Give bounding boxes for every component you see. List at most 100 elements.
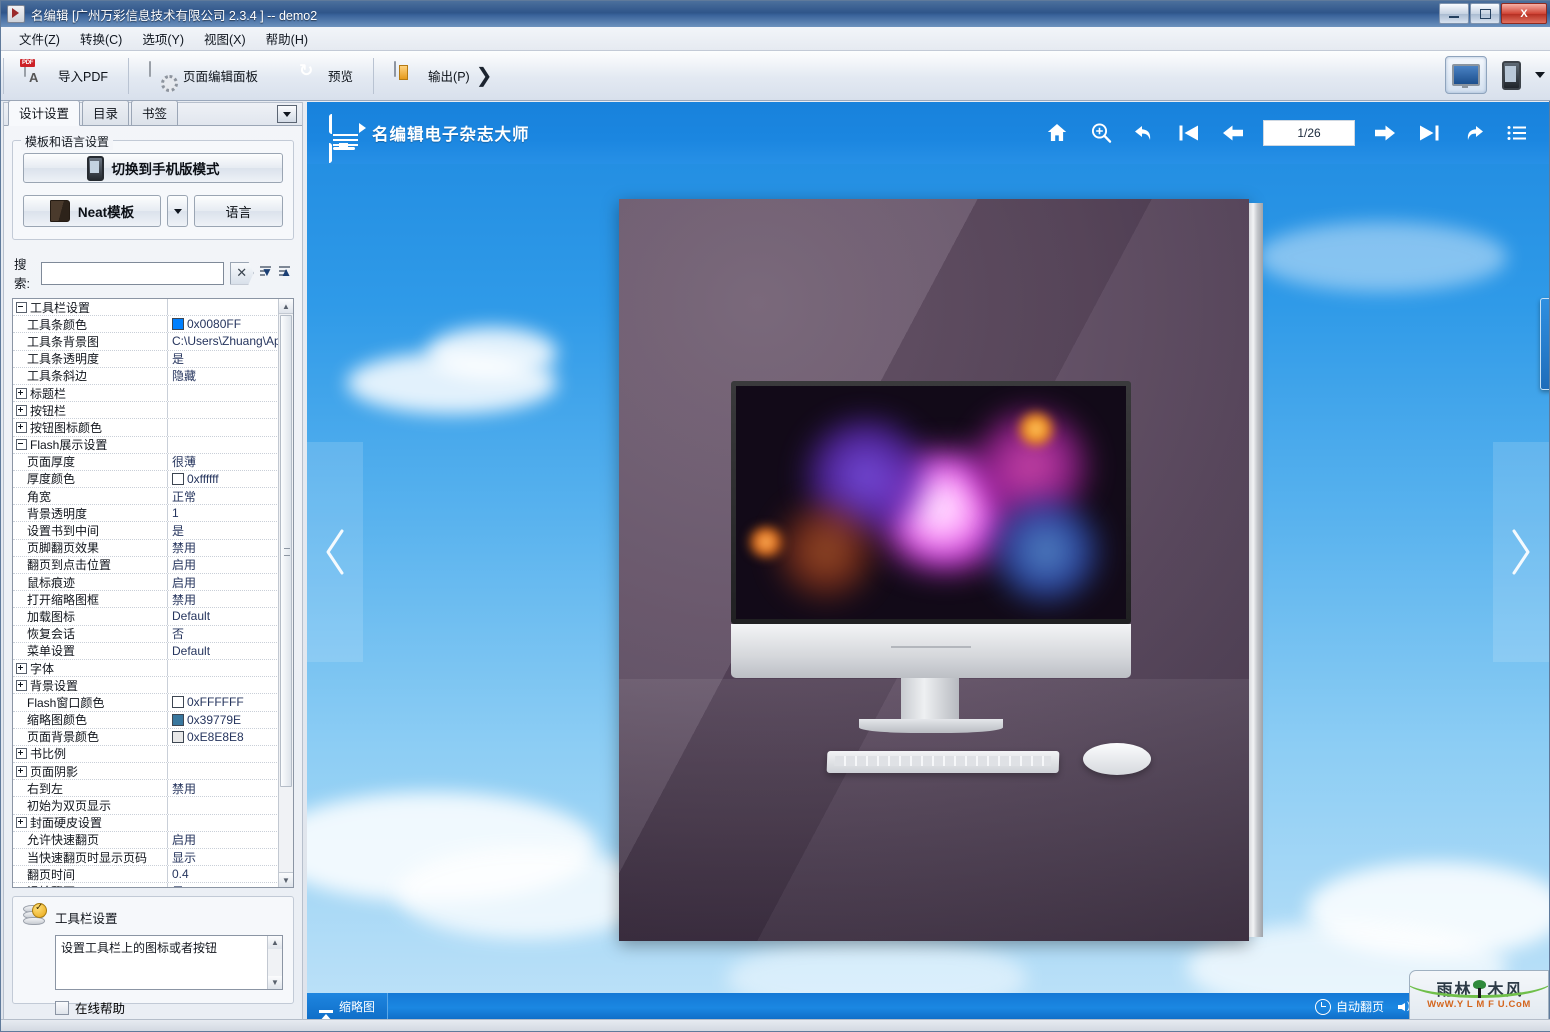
property-value[interactable]: 启用	[168, 831, 279, 848]
property-row[interactable]: 按钮栏	[13, 402, 279, 420]
chevron-down-icon[interactable]	[1535, 72, 1545, 78]
property-value[interactable]: Default	[168, 609, 279, 623]
property-row[interactable]: 鼠标痕迹 启用	[13, 574, 279, 592]
scroll-down-arrow[interactable]: ▼	[279, 872, 293, 887]
desktop-mode-button[interactable]	[1445, 56, 1487, 94]
undo-icon[interactable]	[1123, 111, 1167, 155]
flipbook-page[interactable]	[619, 194, 1293, 942]
property-row[interactable]: 背景透明度 1	[13, 505, 279, 523]
auto-flip-button[interactable]: 自动翻页	[1314, 998, 1384, 1015]
thumbnail-toggle-button[interactable]: 缩略图	[307, 993, 389, 1020]
property-row[interactable]: 厚度颜色 0xffffff	[13, 470, 279, 489]
property-row[interactable]: 工具条斜边 隐藏	[13, 367, 279, 385]
expand-icon[interactable]	[16, 748, 27, 760]
property-value[interactable]: 0.4	[168, 867, 279, 881]
property-row[interactable]: 当快速翻页时显示页码 显示	[13, 849, 279, 867]
property-value[interactable]: Default	[168, 644, 279, 658]
property-value[interactable]: 否	[168, 625, 279, 642]
scroll-down-arrow[interactable]: ▼	[268, 976, 282, 989]
last-page-icon[interactable]	[1407, 111, 1451, 155]
clear-search-button[interactable]: ✕	[229, 261, 254, 285]
expand-icon[interactable]	[16, 765, 27, 777]
property-row[interactable]: 页面背景颜色 0xE8E8E8	[13, 728, 279, 746]
property-row[interactable]: 页面阴影	[13, 763, 279, 781]
property-value[interactable]: 隐藏	[168, 367, 279, 384]
property-row[interactable]: 设置书到中间 是	[13, 522, 279, 540]
sort-descending-icon[interactable]: ▼	[259, 264, 273, 282]
property-value[interactable]: 是	[168, 522, 279, 539]
property-value[interactable]: 很薄	[168, 453, 279, 470]
collapse-icon[interactable]	[16, 439, 27, 451]
language-button[interactable]: 语言	[194, 195, 283, 227]
first-page-icon[interactable]	[1167, 111, 1211, 155]
expand-icon[interactable]	[16, 387, 27, 399]
property-row[interactable]: 翻页到点击位置 启用	[13, 556, 279, 574]
property-row[interactable]: 滑轮翻页 是	[13, 883, 279, 887]
property-row[interactable]: 页面厚度 很薄	[13, 453, 279, 471]
redo-icon[interactable]	[1451, 111, 1495, 155]
page-indicator[interactable]: 1/26	[1263, 120, 1355, 146]
preview-button[interactable]: 预览	[276, 53, 371, 99]
switch-to-mobile-button[interactable]: 切换到手机版模式	[23, 153, 283, 183]
search-input[interactable]	[40, 261, 224, 285]
home-icon[interactable]	[1035, 111, 1079, 155]
download-icon[interactable]	[1539, 111, 1549, 155]
next-page-hotspot[interactable]	[1493, 442, 1549, 662]
property-value[interactable]: 1	[168, 506, 279, 520]
next-page-icon[interactable]	[1363, 111, 1407, 155]
sort-ascending-icon[interactable]: ▲	[278, 264, 292, 282]
property-value[interactable]: C:\Users\Zhuang\App...	[168, 334, 279, 348]
property-row[interactable]: 允许快速翻页 启用	[13, 831, 279, 849]
maximize-button[interactable]	[1470, 3, 1500, 24]
tab-design-settings[interactable]: 设计设置	[8, 100, 81, 126]
property-value[interactable]: 启用	[168, 574, 279, 591]
expand-icon[interactable]	[16, 662, 27, 674]
property-row[interactable]: 按钮图标颜色	[13, 419, 279, 437]
mobile-mode-button[interactable]	[1491, 57, 1531, 93]
expand-icon[interactable]	[16, 404, 27, 416]
property-value[interactable]: 0xFFFFFF	[168, 695, 279, 709]
zoom-in-icon[interactable]	[1079, 111, 1123, 155]
property-row[interactable]: Flash展示设置	[13, 436, 279, 454]
scrollbar-thumb[interactable]	[280, 315, 292, 787]
close-button[interactable]: X	[1501, 3, 1547, 24]
tab-bookmarks[interactable]: 书签	[131, 100, 179, 125]
property-row[interactable]: 工具条透明度 是	[13, 350, 279, 368]
property-row[interactable]: 初始为双页显示	[13, 797, 279, 815]
prev-page-icon[interactable]	[1211, 111, 1255, 155]
property-row[interactable]: 右到左 禁用	[13, 780, 279, 798]
property-row[interactable]: 角宽 正常	[13, 488, 279, 506]
menu-item-help[interactable]: 帮助(H)	[256, 26, 318, 51]
tab-contents[interactable]: 目录	[82, 100, 130, 125]
scroll-up-arrow[interactable]: ▲	[279, 299, 293, 314]
import-pdf-button[interactable]: 导入PDF	[6, 53, 126, 99]
output-button[interactable]: 输出(P) ❯	[376, 53, 510, 99]
page-edit-panel-button[interactable]: 页面编辑面板	[131, 53, 276, 99]
property-row[interactable]: 封面硬皮设置	[13, 814, 279, 832]
property-value[interactable]: 是	[168, 350, 279, 367]
template-button[interactable]: Neat模板	[23, 195, 161, 227]
online-help-row[interactable]: 在线帮助	[55, 998, 283, 1017]
property-grid-scrollbar[interactable]: ▲ ▼	[278, 299, 293, 887]
property-value[interactable]: 禁用	[168, 780, 279, 797]
property-value[interactable]: 0x0080FF	[168, 317, 279, 331]
property-row[interactable]: 工具条颜色 0x0080FF	[13, 316, 279, 334]
property-value[interactable]: 启用	[168, 556, 279, 573]
property-row[interactable]: 背景设置	[13, 677, 279, 695]
prev-page-hotspot[interactable]	[307, 442, 363, 662]
property-row[interactable]: 加载图标 Default	[13, 608, 279, 626]
property-value[interactable]: 0xffffff	[168, 472, 279, 486]
help-scrollbar[interactable]: ▲ ▼	[267, 936, 282, 989]
property-row[interactable]: 页脚翻页效果 禁用	[13, 539, 279, 557]
property-value[interactable]: 0xE8E8E8	[168, 730, 279, 744]
property-row[interactable]: 工具栏设置	[13, 299, 279, 317]
property-row[interactable]: 翻页时间 0.4	[13, 866, 279, 884]
property-row[interactable]: 书比例	[13, 745, 279, 764]
menu-item-file[interactable]: 文件(Z)	[9, 26, 70, 51]
property-row[interactable]: 打开缩略图框 禁用	[13, 591, 279, 609]
scroll-up-arrow[interactable]: ▲	[268, 936, 282, 949]
property-row[interactable]: 恢复会话 否	[13, 625, 279, 643]
template-dropdown-button[interactable]	[167, 195, 188, 227]
collapse-icon[interactable]	[16, 301, 27, 313]
property-row[interactable]: 菜单设置 Default	[13, 642, 279, 660]
